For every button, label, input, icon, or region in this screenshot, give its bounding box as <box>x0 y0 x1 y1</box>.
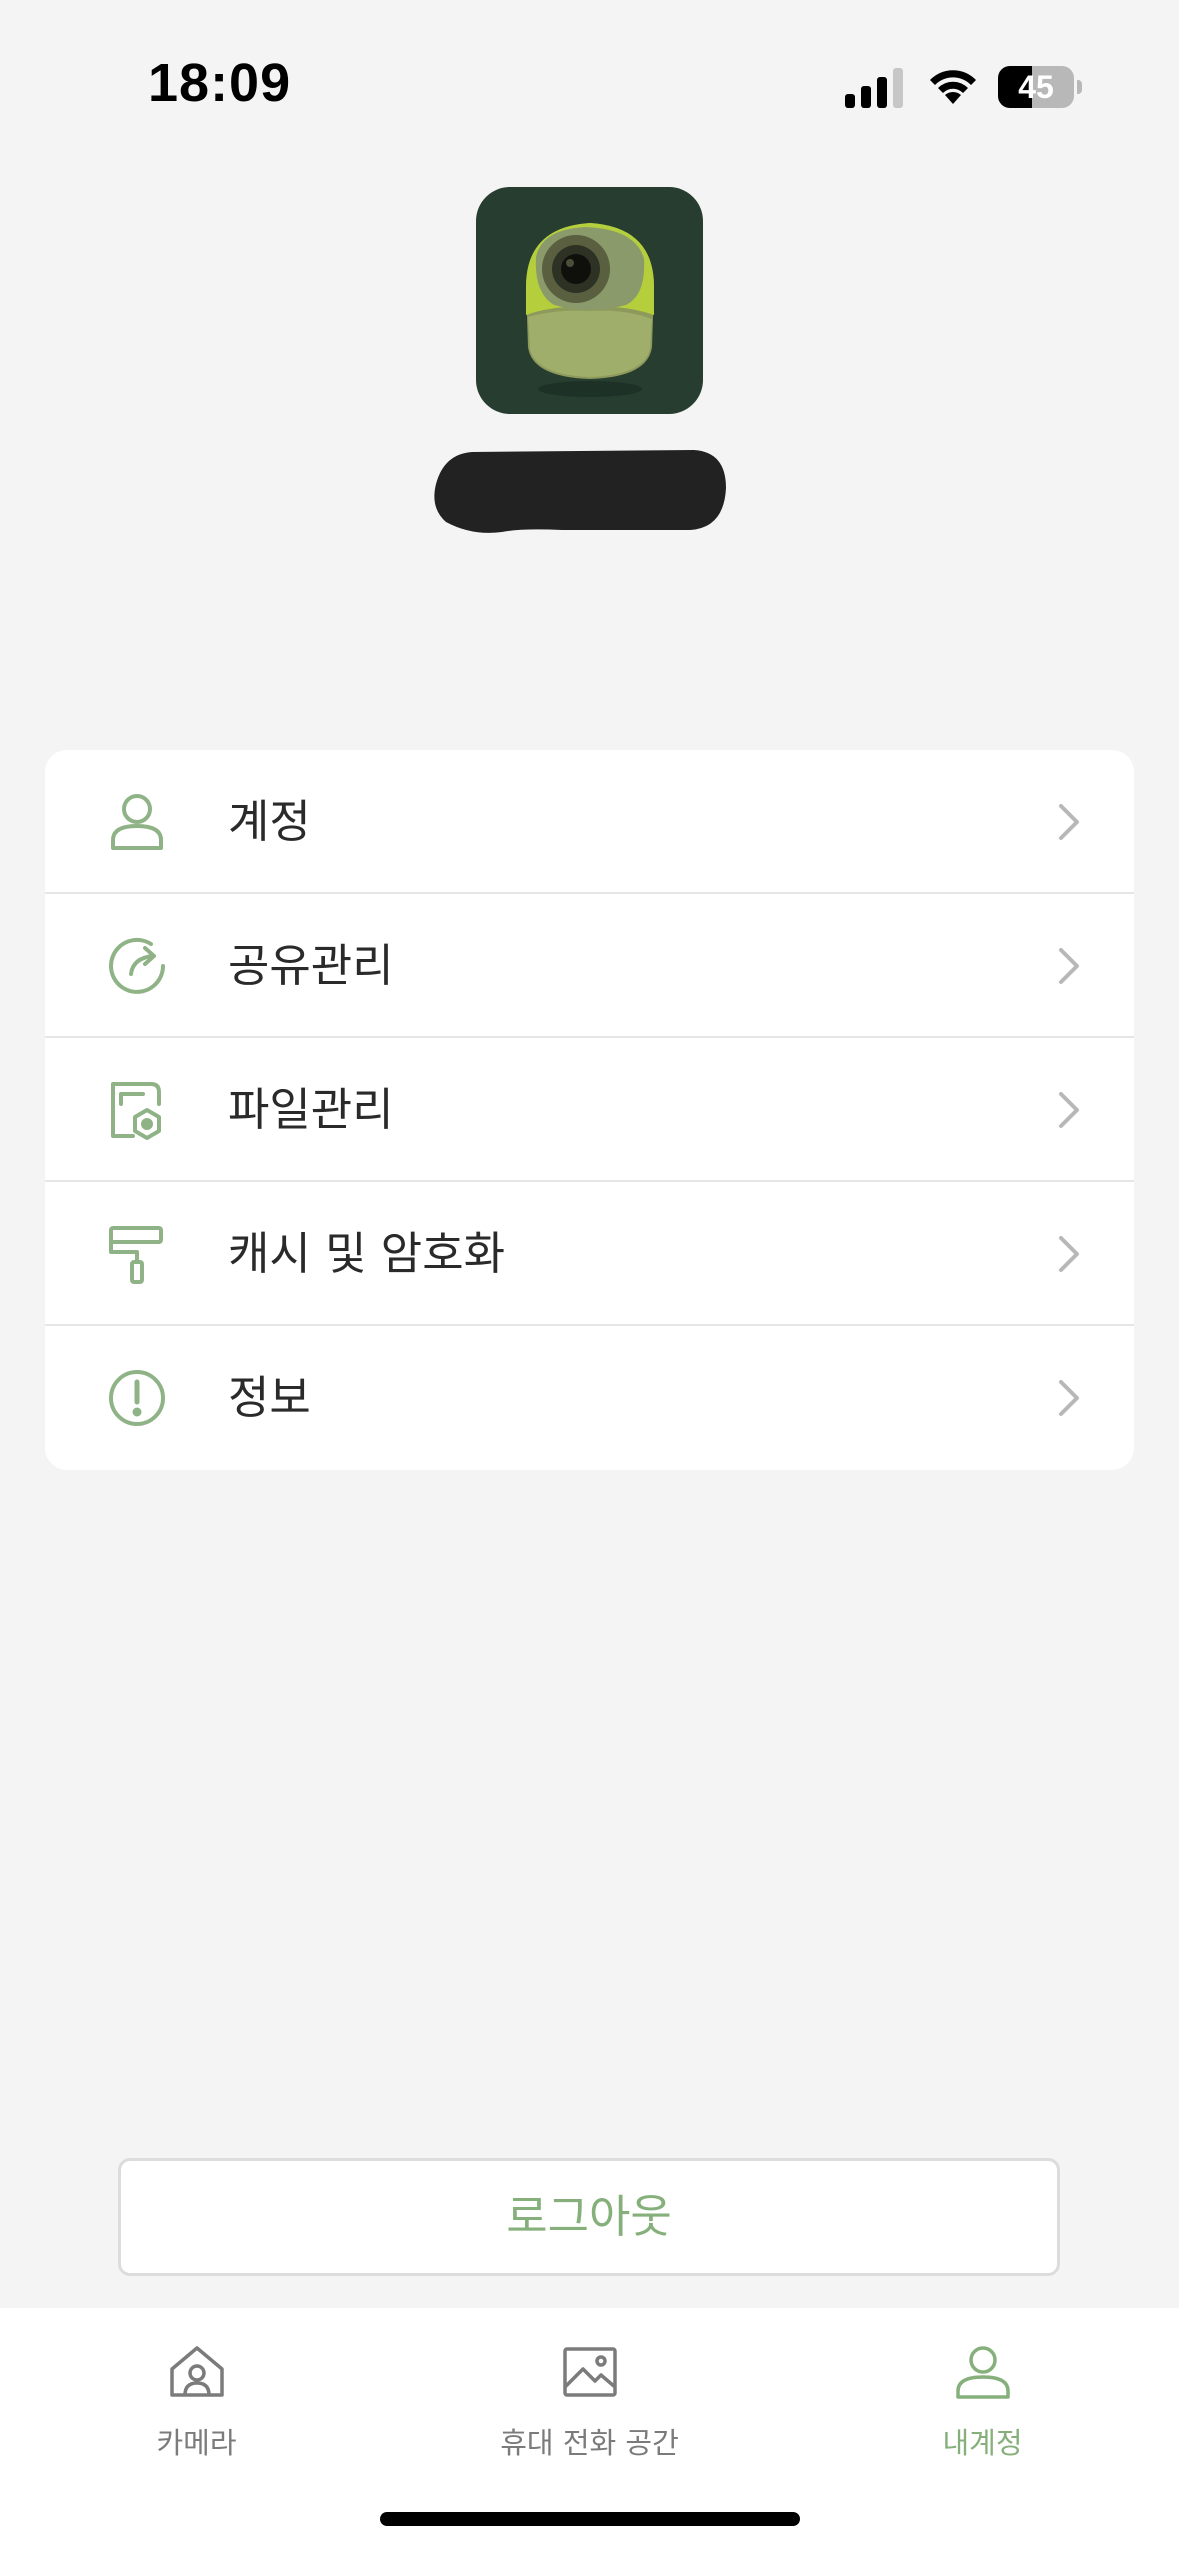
file-settings-icon <box>111 1082 161 1140</box>
menu-item-file-management[interactable]: 파일관리 <box>45 1038 1134 1182</box>
user-icon <box>956 2346 1010 2399</box>
battery-icon: 45 <box>998 66 1082 108</box>
paint-roller-icon <box>109 1226 163 1284</box>
status-bar: 18:09 45 <box>0 0 1179 150</box>
menu-item-share-management[interactable]: 공유관리 <box>45 894 1134 1038</box>
battery-level: 45 <box>1018 69 1054 105</box>
menu-item-label: 캐시 및 암호화 <box>228 1227 506 1280</box>
status-time: 18:09 <box>148 53 292 113</box>
home-indicator <box>380 2512 800 2526</box>
chevron-right-icon <box>1059 1236 1079 1272</box>
home-camera-icon <box>170 2346 224 2397</box>
tab-label: 내계정 <box>942 2426 1023 2460</box>
menu-item-account[interactable]: 계정 <box>45 750 1134 894</box>
tab-label: 카메라 <box>156 2426 237 2460</box>
settings-menu: 계정 공유관리 파일관리 캐시 및 암호화 정보 <box>45 750 1134 1470</box>
image-icon <box>563 2347 617 2397</box>
menu-item-label: 공유관리 <box>228 939 394 992</box>
chevron-right-icon <box>1059 1092 1079 1128</box>
logout-button[interactable]: 로그아웃 <box>118 2158 1060 2276</box>
app-logo <box>476 187 703 414</box>
menu-item-label: 계정 <box>228 795 311 848</box>
chevron-right-icon <box>1059 1380 1079 1416</box>
wifi-icon <box>930 70 976 104</box>
signal-icon <box>845 68 903 108</box>
my-account-screen: 18:09 45 계정 공유관리 파일관리 캐시 및 암호화 정보 로그아웃 카… <box>0 0 1179 2556</box>
tab-camera[interactable]: 카메라 <box>0 2308 393 2468</box>
menu-item-cache-encryption[interactable]: 캐시 및 암호화 <box>45 1182 1134 1326</box>
camera-logo-icon <box>526 223 654 397</box>
chevron-right-icon <box>1059 948 1079 984</box>
redacted-user-name <box>434 450 726 533</box>
menu-item-label: 파일관리 <box>228 1083 394 1136</box>
user-icon <box>111 794 163 850</box>
chevron-right-icon <box>1059 804 1079 840</box>
tab-my-account[interactable]: 내계정 <box>786 2308 1179 2468</box>
menu-item-info[interactable]: 정보 <box>45 1326 1134 1470</box>
tab-phone-storage[interactable]: 휴대 전화 공간 <box>393 2308 786 2468</box>
info-exclamation-icon <box>109 1370 165 1426</box>
menu-item-label: 정보 <box>228 1371 311 1424</box>
share-refresh-icon <box>109 937 165 994</box>
tab-label: 휴대 전화 공간 <box>500 2426 679 2460</box>
